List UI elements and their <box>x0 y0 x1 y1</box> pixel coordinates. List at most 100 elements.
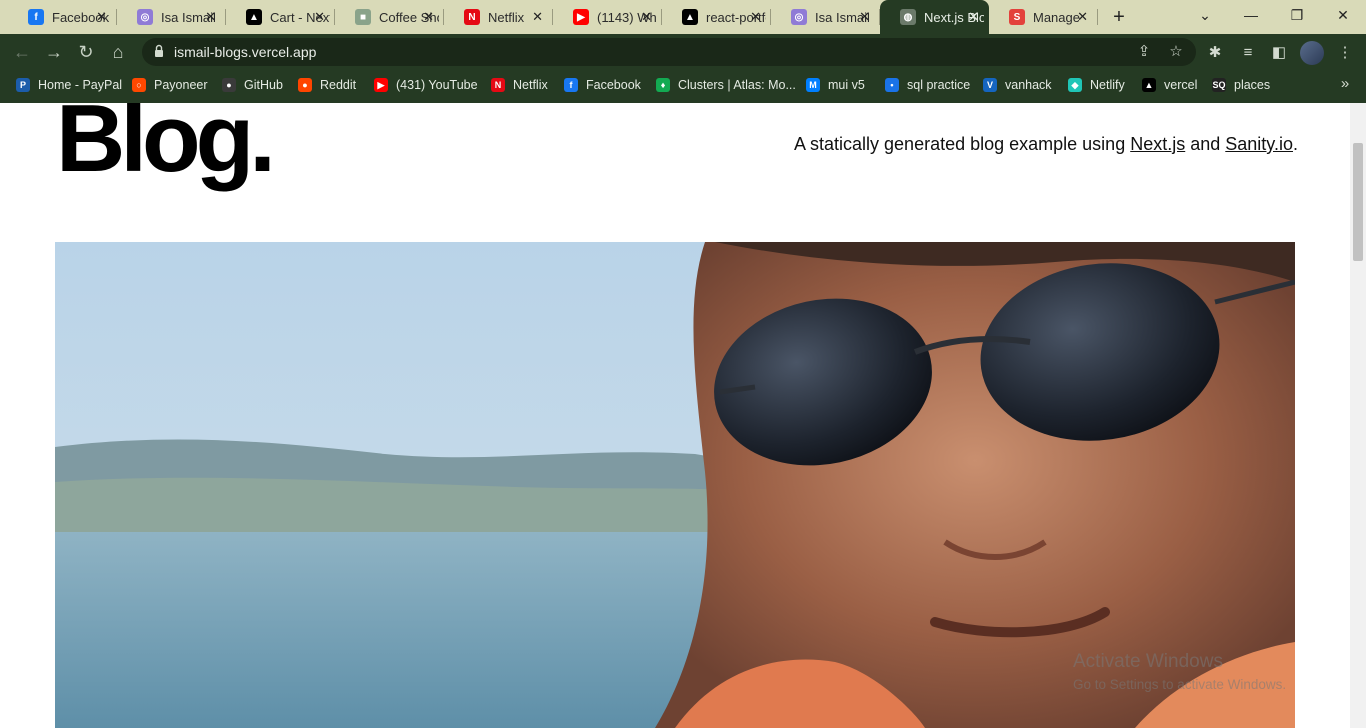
browser-tab[interactable]: ◎ Isa Ismail ✕ <box>117 0 226 34</box>
tab-close-icon[interactable]: ✕ <box>314 9 325 25</box>
tab-close-icon[interactable]: ✕ <box>750 9 761 25</box>
address-bar[interactable]: ismail-blogs.vercel.app ⇪ ☆ <box>142 38 1196 66</box>
github-icon: ● <box>222 78 236 92</box>
bookmark-label: Clusters | Atlas: Mo... <box>678 78 796 92</box>
home-icon[interactable]: ⌂ <box>106 40 130 64</box>
bookmark-label: mui v5 <box>828 78 865 92</box>
watermark-line1: Activate Windows <box>1073 651 1223 672</box>
tab-search-chevron-icon[interactable]: ⌄ <box>1182 0 1228 30</box>
bookmark-item[interactable]: ♦ Clusters | Atlas: Mo... <box>656 76 796 94</box>
tab-close-icon[interactable]: ✕ <box>859 9 870 25</box>
lock-icon <box>155 44 163 57</box>
paypal-icon: P <box>16 78 30 92</box>
facebook-icon: f <box>564 78 578 92</box>
browser-tab[interactable]: ■Coffee Shop✕ <box>335 0 444 34</box>
share-icon[interactable]: ⇪ <box>1134 42 1154 62</box>
portfolio-icon: ◎ <box>791 9 807 25</box>
bookmark-label: Reddit <box>320 78 357 92</box>
more-bookmarks-icon[interactable]: » <box>1334 73 1356 95</box>
extensions-icon[interactable]: ✱ <box>1204 42 1226 64</box>
minimize-button[interactable]: — <box>1228 0 1274 30</box>
tagline: A statically generated blog example usin… <box>794 134 1298 155</box>
triangle-icon: ▲ <box>246 9 262 25</box>
tab-close-icon[interactable]: ✕ <box>641 9 652 25</box>
tab-close-icon[interactable]: ✕ <box>1077 9 1088 25</box>
bookmark-item[interactable]: ▲ vercel <box>1142 76 1197 94</box>
page-viewport: Blog. A statically generated blog exampl… <box>0 103 1350 728</box>
browser-tab[interactable]: ◎ Isa Ismail ✕ <box>771 0 880 34</box>
youtube-icon: ▶ <box>573 9 589 25</box>
watermark-line2: Go to Settings to activate Windows. <box>1073 677 1287 692</box>
bookmark-label: places <box>1234 78 1271 92</box>
bookmark-item[interactable]: f Facebook <box>564 76 641 94</box>
bookmark-item[interactable]: SQ places <box>1212 76 1270 94</box>
tab-close-icon[interactable]: ✕ <box>532 9 543 25</box>
places-icon: SQ <box>1212 78 1226 92</box>
sanity-link[interactable]: Sanity.io <box>1225 134 1293 154</box>
page-title: Blog. <box>56 103 276 192</box>
menu-icon[interactable]: ⋮ <box>1334 42 1356 64</box>
bookmark-label: Home - PayPal <box>38 78 123 92</box>
browser-tab[interactable]: N Netflix ✕ <box>444 0 553 34</box>
tab-close-icon[interactable]: ✕ <box>96 9 107 25</box>
forward-icon[interactable]: → <box>42 40 66 64</box>
bookmark-item[interactable]: ● Reddit <box>298 76 356 94</box>
browser-chrome: f Facebook ✕ ◎ Isa Ismail ✕ ▲ Cart - Next ✕ ■ Coff… <box>0 0 1366 103</box>
bookmark-label: vercel <box>1164 78 1198 92</box>
sanity-icon: S <box>1009 9 1025 25</box>
bookmark-item[interactable]: ▶ (431) YouTube <box>374 76 478 94</box>
vanhack-icon: V <box>983 78 997 92</box>
netflix-icon: N <box>464 9 480 25</box>
tab-close-icon[interactable]: ✕ <box>423 9 434 25</box>
triangle-icon: ▲ <box>682 9 698 25</box>
bookmark-item[interactable]: Vvanhack <box>983 76 1052 94</box>
tagline-suffix: . <box>1292 134 1298 154</box>
tagline-prefix: A statically generated blog example usin… <box>794 134 1131 154</box>
tab-close-icon[interactable]: ✕ <box>205 9 216 25</box>
bookmark-label: Netflix <box>513 78 548 92</box>
tab-separator <box>1097 9 1098 25</box>
bookmark-item[interactable]: ○ Payoneer <box>132 76 208 94</box>
reddit-icon: ● <box>298 78 312 92</box>
tab-strip: f Facebook ✕ ◎ Isa Ismail ✕ ▲ Cart - Next ✕ ■ Coff… <box>0 0 1366 34</box>
browser-tab[interactable]: ▲ Cart - Next ✕ <box>226 0 335 34</box>
bookmark-star-icon[interactable]: ☆ <box>1166 42 1186 62</box>
youtube-icon: ▶ <box>374 78 388 92</box>
tagline-middle: and <box>1185 134 1226 154</box>
tab-close-icon[interactable]: ✕ <box>968 9 979 25</box>
windows-activation-watermark: Activate Windows Go to Settings to activ… <box>1073 651 1286 692</box>
bookmark-label: (431) YouTube <box>396 78 478 92</box>
dot-icon: • <box>885 78 899 92</box>
side-panel-icon[interactable]: ◧ <box>1268 42 1290 64</box>
maximize-button[interactable]: ❐ <box>1274 0 1320 30</box>
browser-tab[interactable]: S Manage ✕ <box>989 0 1098 34</box>
scrollbar-thumb[interactable] <box>1353 143 1363 261</box>
cube-icon: ■ <box>355 9 371 25</box>
bookmark-item[interactable]: N Netflix <box>491 76 548 94</box>
reload-icon[interactable]: ↻ <box>74 40 98 64</box>
mui-icon: M <box>806 78 820 92</box>
media-control-icon[interactable]: ≡ <box>1237 42 1259 64</box>
close-window-button[interactable]: ✕ <box>1320 0 1366 30</box>
bookmark-item[interactable]: • sql practice <box>885 76 970 94</box>
bookmark-item[interactable]: ◆ Netlify <box>1068 76 1125 94</box>
payoneer-icon: ○ <box>132 78 146 92</box>
netflix-icon: N <box>491 78 505 92</box>
back-icon[interactable]: ← <box>10 40 34 64</box>
profile-avatar[interactable] <box>1300 41 1324 65</box>
bookmark-item[interactable]: Mmui v5 <box>806 76 865 94</box>
mongodb-icon: ♦ <box>656 78 670 92</box>
netlify-icon: ◆ <box>1068 78 1082 92</box>
browser-tab[interactable]: ▲react-portfolio✕ <box>662 0 771 34</box>
browser-tab[interactable]: ◍Next.js Blog✕ <box>880 0 989 34</box>
browser-tab[interactable]: f Facebook ✕ <box>8 0 117 34</box>
browser-tab[interactable]: ▶(1143) WhatsApp✕ <box>553 0 662 34</box>
bookmark-item[interactable]: P Home - PayPal <box>16 76 122 94</box>
globe-icon: ◍ <box>900 9 916 25</box>
new-tab-button[interactable]: + <box>1106 5 1132 29</box>
bookmark-item[interactable]: ● GitHub <box>222 76 283 94</box>
url-text: ismail-blogs.vercel.app <box>174 44 317 60</box>
nextjs-link[interactable]: Next.js <box>1130 134 1185 154</box>
bookmarks-bar: P Home - PayPal ○ Payoneer ● GitHub ● Reddit ▶ (4… <box>0 72 1366 98</box>
page-scrollbar[interactable] <box>1350 103 1366 728</box>
